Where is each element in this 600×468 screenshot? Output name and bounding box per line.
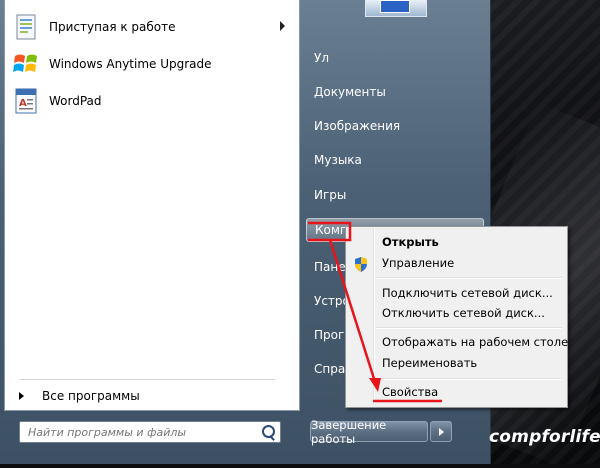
right-item-documents[interactable]: Документы xyxy=(306,80,484,104)
search-icon[interactable] xyxy=(262,425,275,438)
right-item-games[interactable]: Игры xyxy=(306,183,484,207)
menu-item-properties[interactable]: Свойства xyxy=(382,382,438,402)
program-label: Приступая к работе xyxy=(49,20,176,34)
user-picture[interactable] xyxy=(365,0,427,17)
right-item-label: Ул xyxy=(314,51,329,65)
program-label: WordPad xyxy=(49,94,102,108)
menu-item-disconnect-network-drive[interactable]: Отключить сетевой диск... xyxy=(382,303,545,323)
getting-started-icon xyxy=(11,12,41,42)
search-input[interactable] xyxy=(26,424,260,440)
right-item-label: Игры xyxy=(314,188,347,202)
programs-pane: Приступая к работе Windows Anytime Upgra… xyxy=(4,0,300,411)
right-item-user[interactable]: Ул xyxy=(306,46,484,70)
menu-item-open[interactable]: Открыть xyxy=(382,232,439,252)
menu-item-map-network-drive[interactable]: Подключить сетевой диск... xyxy=(382,283,553,303)
right-item-label: Документы xyxy=(314,85,386,99)
menu-item-show-on-desktop[interactable]: Отображать на рабочем столе xyxy=(382,332,568,352)
right-item-pictures[interactable]: Изображения xyxy=(306,114,484,138)
svg-text:A: A xyxy=(19,98,27,109)
right-item-label: Изображения xyxy=(314,119,401,133)
menu-separator xyxy=(376,277,562,279)
menu-separator xyxy=(376,327,562,329)
windows-flag-icon xyxy=(11,49,41,79)
program-wordpad[interactable]: A WordPad xyxy=(11,84,291,118)
shutdown-options-button[interactable] xyxy=(430,421,452,442)
program-windows-anytime-upgrade[interactable]: Windows Anytime Upgrade xyxy=(11,47,291,81)
menu-item-rename[interactable]: Переименовать xyxy=(382,353,477,373)
uac-shield-icon xyxy=(355,257,367,272)
submenu-arrow-icon xyxy=(280,21,285,31)
all-programs-label: Все программы xyxy=(42,389,140,403)
arrow-right-icon xyxy=(19,392,24,400)
program-label: Windows Anytime Upgrade xyxy=(49,57,212,71)
programs-separator xyxy=(19,379,275,380)
menu-separator xyxy=(376,378,562,380)
menu-item-manage[interactable]: Управление xyxy=(382,253,454,273)
right-item-label: Музыка xyxy=(314,153,362,167)
right-item-music[interactable]: Музыка xyxy=(306,148,484,172)
shutdown-button[interactable]: Завершение работы xyxy=(310,418,428,446)
watermark: compforlife.ru xyxy=(489,427,600,447)
context-menu: Открыть Управление Подключить сетевой ди… xyxy=(345,226,568,408)
context-menu-gutter xyxy=(373,229,375,405)
search-field[interactable] xyxy=(19,421,281,443)
all-programs-button[interactable]: Все программы xyxy=(19,386,140,406)
shutdown-label: Завершение работы xyxy=(311,417,387,446)
wordpad-icon: A xyxy=(11,86,41,116)
program-getting-started[interactable]: Приступая к работе xyxy=(11,10,291,44)
